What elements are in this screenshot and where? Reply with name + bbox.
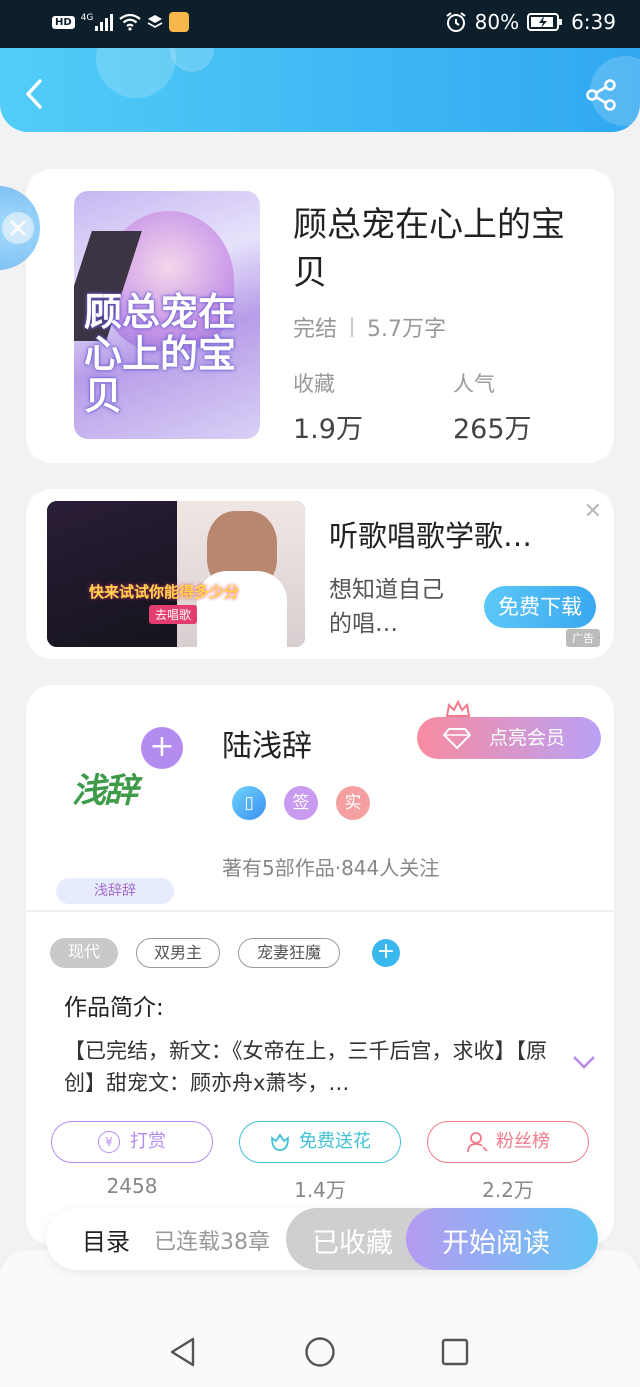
meta-divider [351, 317, 354, 337]
app-cat-icon [169, 12, 190, 32]
send-flower-label: 免费送花 [299, 1131, 371, 1152]
ad-image-button: 去唱歌 [149, 605, 198, 624]
start-reading-button[interactable]: 开始阅读 [406, 1208, 598, 1270]
close-circle-icon [2, 212, 34, 244]
cover-title: 顾总宠在心上的宝贝 [84, 290, 237, 418]
popularity-label: 人气 [453, 372, 495, 396]
nav-recents-icon[interactable] [441, 1338, 469, 1366]
header [0, 48, 640, 132]
popularity-value: 265万 [453, 414, 532, 445]
tip-count: 2458 [106, 1174, 158, 1198]
nav-home-icon[interactable] [304, 1336, 336, 1368]
status-bar: HD 4G 80% 6:39 [0, 0, 640, 48]
favorites-label: 收藏 [293, 372, 335, 396]
ad-card[interactable]: 快来试试你能得多少分 去唱歌 听歌唱歌学歌… 想知道自己的唱… 免费下载 ✕ 广… [26, 489, 614, 659]
fan-ranking-label: 粉丝榜 [496, 1131, 550, 1152]
tip-button[interactable]: ¥ 打赏 [51, 1121, 213, 1163]
nav-back-icon[interactable] [168, 1336, 198, 1368]
clock: 6:39 [571, 10, 616, 34]
expand-chevron-icon[interactable] [571, 1053, 597, 1071]
add-tag-button[interactable]: + [372, 939, 400, 967]
book-cover[interactable]: 顾总宠在心上的宝贝 [74, 191, 260, 439]
favorited-label: 已收藏 [312, 1228, 393, 1259]
signed-badge: 签 [284, 786, 318, 820]
yen-coin-icon: ¥ [98, 1131, 120, 1153]
start-reading-label: 开始阅读 [442, 1228, 550, 1259]
chapter-count[interactable]: 已连载38章 [154, 1224, 270, 1256]
favorites-value: 1.9万 [293, 414, 363, 445]
avatar-text: 浅辞 [72, 771, 138, 811]
hd-icon: HD [52, 15, 75, 29]
flower-count: 1.4万 [294, 1178, 346, 1202]
alarm-icon [446, 12, 466, 32]
bottom-action-bar: 目录 已连载38章 已收藏 开始阅读 [46, 1208, 598, 1270]
author-card: 浅辞 + 浅辞辞 陆浅辞 点亮会员 ▯ 签 实 著有5部作品·844人关注 现代… [26, 685, 614, 1245]
ad-mark: 广告 [566, 629, 600, 647]
system-nav-bar [0, 1250, 640, 1387]
tag-item[interactable]: 宠妻狂魔 [238, 938, 340, 968]
ad-description: 想知道自己的唱… [329, 577, 444, 637]
intro-heading: 作品简介: [64, 995, 164, 1021]
phone-badge-icon: ▯ [232, 786, 266, 820]
follow-author-button[interactable]: + [141, 727, 183, 769]
ad-close-button[interactable]: ✕ [584, 499, 602, 524]
layers-icon [147, 15, 163, 28]
ad-image-caption: 快来试试你能得多少分 [89, 583, 240, 601]
ad-image[interactable]: 快来试试你能得多少分 去唱歌 [47, 501, 305, 647]
intro-text: 【已完结，新文：《女帝在上，三千后宫，求收】【原创】甜宠文：顾亦舟x萧岑，… [64, 1039, 547, 1095]
book-status: 完结 [293, 317, 338, 342]
send-flower-button[interactable]: 免费送花 [239, 1121, 401, 1163]
share-button[interactable] [584, 78, 618, 112]
ad-title: 听歌唱歌学歌… [329, 519, 533, 553]
vip-member-button[interactable]: 点亮会员 [417, 717, 601, 759]
tag-item[interactable]: 现代 [50, 938, 118, 968]
verified-badge: 实 [336, 786, 370, 820]
fan-ranking-button[interactable]: 粉丝榜 [427, 1121, 589, 1163]
battery-percent: 80% [474, 10, 520, 34]
free-download-button[interactable]: 免费下载 [484, 586, 596, 628]
book-title: 顾总宠在心上的宝贝 [293, 205, 565, 293]
flower-icon [271, 1133, 289, 1151]
diamond-icon [443, 728, 471, 749]
wifi-icon [119, 13, 142, 31]
fan-count: 2.2万 [482, 1178, 534, 1202]
section-divider [26, 910, 614, 912]
word-count: 5.7万字 [367, 317, 447, 342]
avatar-tag: 浅辞辞 [56, 878, 174, 904]
book-info-card: 顾总宠在心上的宝贝 顾总宠在心上的宝贝 完结 5.7万字 收藏 1.9万 人气 … [26, 169, 614, 463]
network-type-label: 4G [80, 13, 94, 23]
catalog-button[interactable]: 目录 [82, 1222, 130, 1257]
book-meta: 完结 5.7万字 [293, 311, 446, 343]
tag-item[interactable]: 双男主 [136, 938, 220, 968]
author-stats: 著有5部作品·844人关注 [222, 856, 440, 880]
vip-button-label: 点亮会员 [489, 727, 566, 749]
signal-4g-icon: 4G [81, 13, 114, 31]
back-button[interactable] [18, 76, 54, 112]
crown-icon [445, 699, 471, 717]
battery-charging-icon [527, 13, 563, 31]
tip-label: 打赏 [130, 1131, 166, 1152]
author-name: 陆浅辞 [222, 729, 312, 764]
person-icon [467, 1132, 488, 1153]
